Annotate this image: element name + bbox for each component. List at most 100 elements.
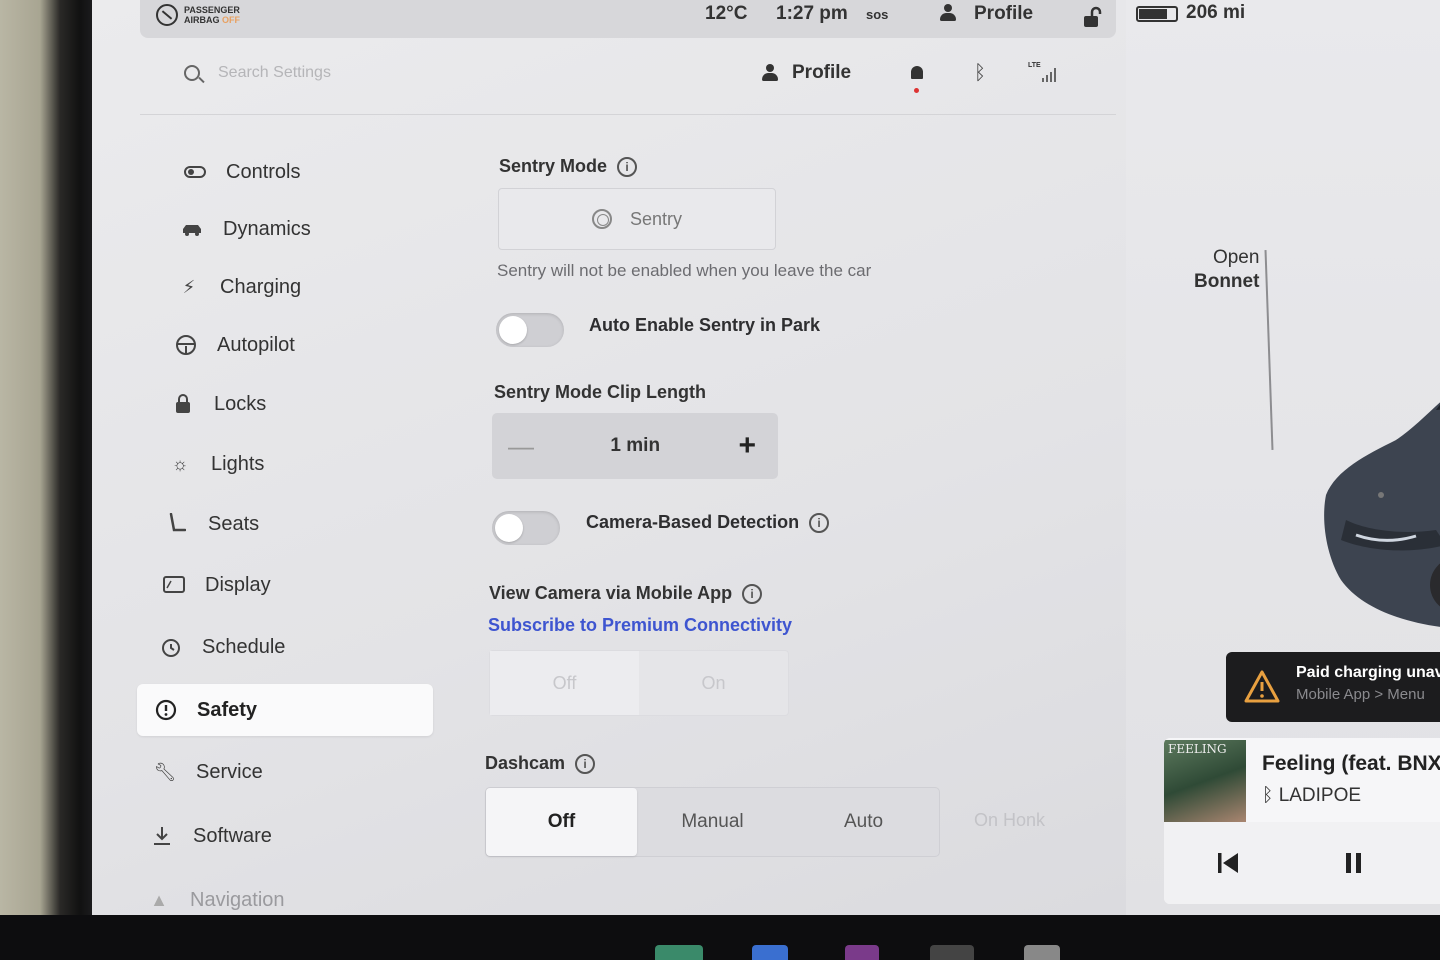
clip-length-decrease-button[interactable]: — (508, 431, 534, 462)
dashcam-selector: Off Manual Auto (485, 787, 940, 857)
alarm-clock-icon (160, 636, 182, 658)
dashcam-auto-option[interactable]: Auto (788, 788, 939, 856)
camera-detection-toggle[interactable] (492, 511, 560, 545)
steering-wheel-icon (175, 334, 197, 356)
previous-track-icon[interactable] (1216, 852, 1240, 874)
navigation-icon: ▲ (150, 889, 168, 910)
airbag-icon (156, 4, 178, 26)
view-camera-off-option: Off (490, 651, 639, 715)
notification-dot (914, 88, 919, 93)
view-camera-selector: Off On (489, 650, 789, 716)
sidebar-item-safety[interactable]: Safety (137, 684, 433, 736)
sidebar-item-schedule[interactable]: Schedule (160, 621, 285, 673)
info-icon[interactable]: i (617, 157, 638, 178)
camera-detection-row: Camera-Based Detection i (586, 512, 830, 534)
warning-icon (1244, 670, 1280, 703)
clip-length-heading: Sentry Mode Clip Length (494, 382, 707, 402)
unlock-icon[interactable] (1082, 6, 1104, 34)
sidebar-item-lights[interactable]: ☼ Lights (169, 438, 265, 490)
artist-row: ᛒ LADIPOE (1262, 785, 1361, 807)
status-profile-button[interactable]: Profile (974, 3, 1033, 25)
vehicle-panel: Open Bonnet Paid charging unav Mobile Ap… (1126, 0, 1440, 915)
toggle-icon (184, 161, 206, 183)
info-icon[interactable]: i (809, 513, 830, 534)
screen-bezel-left (0, 0, 92, 960)
clip-length-stepper: — 1 min + (492, 413, 778, 479)
wrench-icon: 🔧︎ (153, 761, 177, 782)
notification-bell-icon[interactable] (909, 66, 925, 93)
bluetooth-icon[interactable]: ᛒ (974, 62, 986, 85)
sidebar-item-service[interactable]: 🔧︎ Service (154, 746, 263, 798)
touchscreen: PASSENGER AIRBAG OFF 12°C 1:27 pm sos Pr… (92, 0, 1440, 915)
screen-bezel-bottom (0, 915, 1440, 960)
lte-signal-icon: LTE (1028, 62, 1064, 84)
sidebar-item-software[interactable]: Software (151, 810, 272, 862)
track-title: Feeling (feat. BNX (1262, 752, 1440, 775)
view-camera-heading: View Camera via Mobile App i (489, 583, 763, 605)
pause-icon[interactable] (1344, 852, 1364, 874)
battery-range: 206 mi (1186, 2, 1246, 23)
vehicle-image (1324, 402, 1440, 627)
paid-charging-alert[interactable]: Paid charging unav Mobile App > Menu (1226, 652, 1440, 722)
search-input[interactable] (218, 64, 518, 82)
sentry-button[interactable]: Sentry (498, 188, 776, 250)
airbag-line1: PASSENGER (184, 5, 240, 15)
taskbar-app-icon[interactable] (1024, 945, 1060, 960)
seat-icon (166, 513, 188, 535)
sidebar-item-display[interactable]: Display (163, 559, 271, 611)
info-icon[interactable]: i (742, 584, 763, 605)
sun-icon: ☼ (171, 453, 189, 474)
media-player: FEELING Feeling (feat. BNX ᛒ LADIPOE (1164, 738, 1440, 904)
sentry-mode-heading: Sentry Mode i (499, 156, 638, 178)
sidebar-item-seats[interactable]: Seats (166, 498, 259, 550)
bolt-icon: ⚡ (182, 276, 196, 297)
search-icon (184, 65, 200, 81)
person-icon (762, 64, 778, 82)
alert-circle-icon (155, 699, 177, 721)
header-divider (140, 114, 1116, 115)
download-icon (151, 825, 173, 847)
car-icon (181, 218, 203, 240)
clip-length-increase-button[interactable]: + (738, 429, 756, 463)
dashcam-off-option[interactable]: Off (486, 788, 637, 856)
clip-length-value: 1 min (610, 435, 661, 456)
auto-enable-sentry-label: Auto Enable Sentry in Park (589, 315, 821, 335)
sidebar-item-locks[interactable]: Locks (172, 378, 266, 430)
status-bar: PASSENGER AIRBAG OFF 12°C 1:27 pm sos Pr… (140, 0, 1116, 38)
alert-subtitle: Mobile App > Menu (1296, 686, 1425, 703)
bluetooth-icon: ᛒ (1262, 785, 1274, 806)
airbag-state: OFF (222, 15, 241, 25)
clock: 1:27 pm (776, 3, 848, 24)
artist-name: LADIPOE (1278, 785, 1362, 806)
header-profile-label: Profile (792, 62, 852, 83)
premium-connectivity-link[interactable]: Subscribe to Premium Connectivity (488, 615, 792, 636)
open-bonnet-button[interactable]: Open Bonnet (1194, 246, 1259, 294)
sos-indicator: sos (866, 7, 889, 22)
taskbar-app-icon[interactable] (752, 945, 788, 960)
dashcam-manual-option[interactable]: Manual (637, 788, 788, 856)
battery-icon (1136, 6, 1178, 22)
profile-icon[interactable] (940, 4, 956, 28)
auto-enable-sentry-toggle[interactable] (496, 313, 564, 347)
view-camera-on-option: On (701, 672, 726, 693)
header-profile-button[interactable]: Profile (762, 62, 851, 84)
info-icon[interactable]: i (575, 754, 596, 775)
sidebar-item-dynamics[interactable]: Dynamics (181, 203, 311, 255)
dashcam-heading: Dashcam i (485, 753, 596, 775)
sidebar-item-autopilot[interactable]: Autopilot (175, 319, 295, 371)
sidebar-item-navigation[interactable]: ▲ Navigation (148, 874, 284, 915)
sentry-icon (591, 209, 612, 229)
airbag-line2: AIRBAG (184, 15, 220, 25)
sidebar-item-charging[interactable]: ⚡ Charging (178, 261, 302, 313)
taskbar-app-icon[interactable] (845, 945, 879, 960)
album-art[interactable]: FEELING (1164, 740, 1246, 822)
sidebar-item-controls[interactable]: Controls (184, 146, 300, 198)
camera-detection-label: Camera-Based Detection (586, 512, 800, 532)
outside-temperature: 12°C (705, 3, 748, 24)
passenger-airbag-indicator: PASSENGER AIRBAG OFF (156, 4, 240, 26)
taskbar-app-icon[interactable] (655, 945, 703, 960)
display-icon (163, 574, 185, 596)
media-controls (1164, 822, 1440, 904)
taskbar-app-icon[interactable] (930, 945, 974, 960)
search-bar[interactable] (184, 64, 518, 82)
